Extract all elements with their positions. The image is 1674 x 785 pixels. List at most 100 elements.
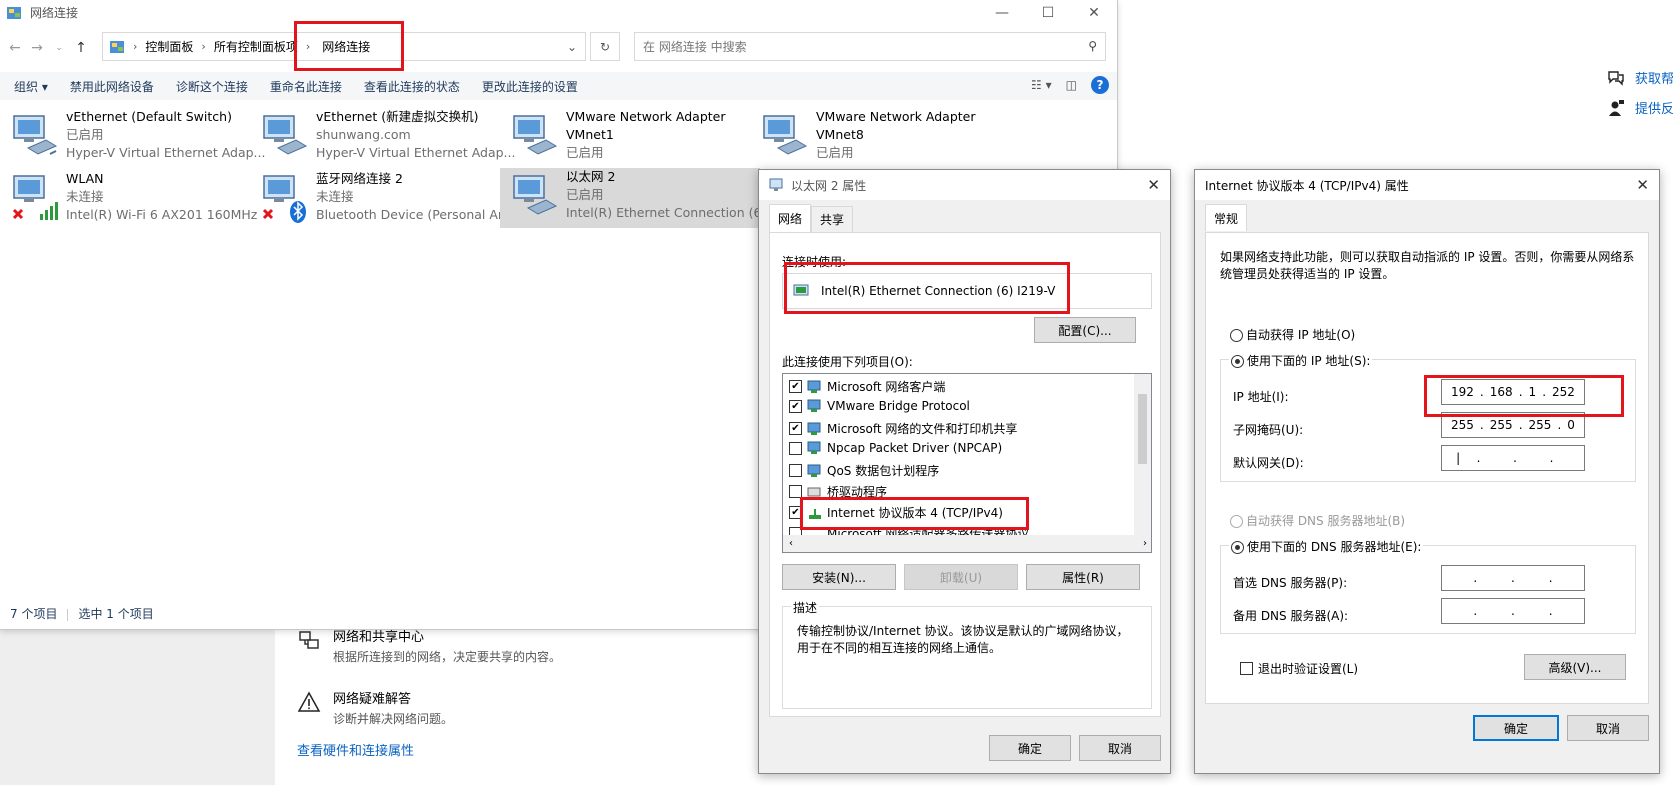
validate-checkbox[interactable]	[1240, 662, 1253, 675]
feedback-link[interactable]: 提供反	[1607, 98, 1674, 117]
get-help-link[interactable]: 获取帮	[1607, 68, 1674, 87]
help-icon[interactable]: ?	[1091, 76, 1109, 94]
breadcrumb-control-panel[interactable]: 控制面板	[145, 38, 193, 55]
vertical-scrollbar[interactable]	[1134, 374, 1151, 537]
validate-option[interactable]: 退出时验证设置(L)	[1240, 660, 1358, 677]
scroll-thumb[interactable]	[1138, 394, 1147, 464]
sharing-center-row[interactable]: 网络和共享中心 根据所连接到的网络，决定要共享的内容。	[297, 626, 561, 665]
dialog-titlebar[interactable]: 以太网 2 属性 ✕	[759, 170, 1170, 200]
chevron-right-icon: ›	[133, 40, 138, 53]
client-icon	[807, 380, 821, 393]
highlight-ip-address	[1424, 375, 1624, 417]
address-dropdown-icon[interactable]: ⌄	[567, 40, 577, 54]
preferred-dns-field[interactable]: ...	[1441, 565, 1585, 591]
network-adapter-icon	[763, 115, 808, 155]
configure-button[interactable]: 配置(C)...	[1034, 317, 1136, 343]
warning-icon	[297, 691, 321, 712]
diagnose-button[interactable]: 诊断这个连接	[176, 78, 248, 95]
forward-arrow-icon[interactable]: →	[26, 40, 48, 56]
manual-dns-option[interactable]: 使用下面的 DNS 服务器地址(E):	[1229, 538, 1424, 555]
checkbox[interactable]: ✔	[789, 422, 802, 435]
cancel-button[interactable]: 取消	[1079, 735, 1161, 761]
auto-ip-option[interactable]: 自动获得 IP 地址(O)	[1230, 326, 1355, 343]
list-item[interactable]: WLAN 未连接 Intel(R) Wi-Fi 6 AX201 160MHz	[0, 170, 257, 230]
dialog-titlebar[interactable]: Internet 协议版本 4 (TCP/IPv4) 属性 ✕	[1195, 170, 1659, 200]
checkbox[interactable]: ✔	[789, 380, 802, 393]
list-item[interactable]: ✔ Microsoft 网络客户端	[789, 378, 945, 395]
close-button[interactable]: ✕	[1071, 0, 1117, 25]
dns-group: 使用下面的 DNS 服务器地址(E): 首选 DNS 服务器(P): ... 备…	[1220, 538, 1636, 634]
checkbox[interactable]: ✔	[789, 399, 802, 413]
connection-device: Intel(R) Ethernet Connection (6...	[566, 205, 774, 220]
ok-button[interactable]: 确定	[989, 735, 1071, 761]
back-arrow-icon[interactable]: ←	[4, 40, 26, 56]
gateway-field[interactable]: |...	[1441, 445, 1585, 471]
breadcrumb-all-items[interactable]: 所有控制面板项	[214, 38, 298, 55]
list-item[interactable]: vEthernet (新建虚拟交换机) shunwang.com Hyper-V…	[250, 108, 515, 168]
uninstall-button[interactable]: 卸载(U)	[904, 564, 1018, 590]
properties-button[interactable]: 属性(R)	[1026, 564, 1140, 590]
troubleshoot-title[interactable]: 网络疑难解答	[333, 688, 453, 707]
list-item[interactable]: VMware Network Adapter VMnet1 已启用	[500, 108, 750, 168]
auto-dns-option[interactable]: 自动获得 DNS 服务器地址(B)	[1230, 512, 1405, 529]
preview-pane-icon[interactable]: ◫	[1066, 78, 1077, 92]
up-arrow-icon[interactable]: ↑	[70, 40, 92, 56]
connection-status: shunwang.com	[316, 127, 411, 142]
organize-menu[interactable]: 组织 ▾	[14, 78, 48, 95]
install-button[interactable]: 安装(N)...	[782, 564, 896, 590]
settings-sidebar	[0, 620, 275, 785]
manual-ip-option[interactable]: 使用下面的 IP 地址(S):	[1229, 352, 1373, 369]
search-icon: ⚲	[1088, 39, 1097, 53]
radio-auto-dns[interactable]	[1230, 515, 1243, 528]
list-item[interactable]: QoS 数据包计划程序	[789, 462, 939, 479]
list-item[interactable]: 蓝牙网络连接 2 未连接 Bluetooth Device (Personal …	[250, 170, 514, 230]
sharing-center-icon	[299, 631, 319, 649]
hardware-properties-link[interactable]: 查看硬件和连接属性	[297, 740, 414, 759]
tab-sharing[interactable]: 共享	[811, 206, 854, 232]
window-titlebar[interactable]: 网络连接 — ☐ ✕	[0, 0, 1117, 25]
radio-auto-ip[interactable]	[1230, 329, 1243, 342]
connection-name: vEthernet (Default Switch)	[66, 109, 232, 124]
list-item[interactable]: Npcap Packet Driver (NPCAP)	[789, 441, 1002, 455]
connection-device: Hyper-V Virtual Ethernet Adap...	[316, 145, 516, 160]
feedback-label: 提供反	[1635, 102, 1674, 117]
chat-help-icon	[1608, 70, 1624, 86]
list-item[interactable]: ✔ Microsoft 网络的文件和打印机共享	[789, 420, 1017, 437]
refresh-button[interactable]: ↻	[590, 32, 620, 61]
horizontal-scrollbar[interactable]: ‹ ›	[783, 535, 1151, 552]
ok-button[interactable]: 确定	[1473, 715, 1559, 741]
scroll-right-icon[interactable]: ›	[1143, 538, 1147, 549]
connection-status: 已启用	[66, 127, 104, 142]
troubleshoot-row[interactable]: 网络疑难解答 诊断并解决网络问题。	[297, 688, 453, 727]
close-icon[interactable]: ✕	[1147, 176, 1160, 194]
refresh-icon: ↻	[599, 39, 611, 54]
view-status-button[interactable]: 查看此连接的状态	[364, 78, 460, 95]
maximize-button[interactable]: ☐	[1025, 0, 1071, 25]
ipv4-properties-dialog: Internet 协议版本 4 (TCP/IPv4) 属性 ✕ 常规 如果网络支…	[1194, 169, 1660, 774]
alternate-dns-field[interactable]: ...	[1441, 598, 1585, 624]
checkbox[interactable]	[789, 441, 802, 455]
view-options-icon[interactable]: ☷ ▾	[1031, 78, 1052, 92]
info-text: 如果网络支持此功能，则可以获取自动指派的 IP 设置。否则，你需要从网络系统管理…	[1220, 250, 1635, 281]
search-input[interactable]: 在 网络连接 中搜索 ⚲	[634, 32, 1106, 61]
rename-button[interactable]: 重命名此连接	[270, 78, 342, 95]
scroll-left-icon[interactable]: ‹	[789, 538, 793, 549]
recent-dropdown-icon[interactable]: ⌄	[48, 43, 70, 53]
list-item-selected[interactable]: 以太网 2 已启用 Intel(R) Ethernet Connection (…	[500, 168, 773, 228]
advanced-button[interactable]: 高级(V)...	[1524, 654, 1626, 680]
list-item[interactable]: vEthernet (Default Switch) 已启用 Hyper-V V…	[0, 108, 265, 168]
cancel-button[interactable]: 取消	[1567, 715, 1649, 741]
dns2-label: 备用 DNS 服务器(A):	[1233, 609, 1349, 623]
change-settings-button[interactable]: 更改此连接的设置	[482, 78, 578, 95]
tab-network[interactable]: 网络	[769, 204, 812, 232]
list-item[interactable]: VMware Network Adapter VMnet8 已启用	[750, 108, 1000, 168]
minimize-button[interactable]: —	[979, 0, 1025, 25]
close-icon[interactable]: ✕	[1636, 176, 1649, 194]
tab-general[interactable]: 常规	[1205, 204, 1248, 231]
items-label: 此连接使用下列项目(O):	[782, 355, 913, 369]
disable-device-button[interactable]: 禁用此网络设备	[70, 78, 154, 95]
radio-manual-ip[interactable]	[1231, 355, 1244, 368]
checkbox[interactable]	[789, 464, 802, 477]
radio-manual-dns[interactable]	[1231, 541, 1244, 554]
list-item[interactable]: ✔ VMware Bridge Protocol	[789, 399, 970, 413]
